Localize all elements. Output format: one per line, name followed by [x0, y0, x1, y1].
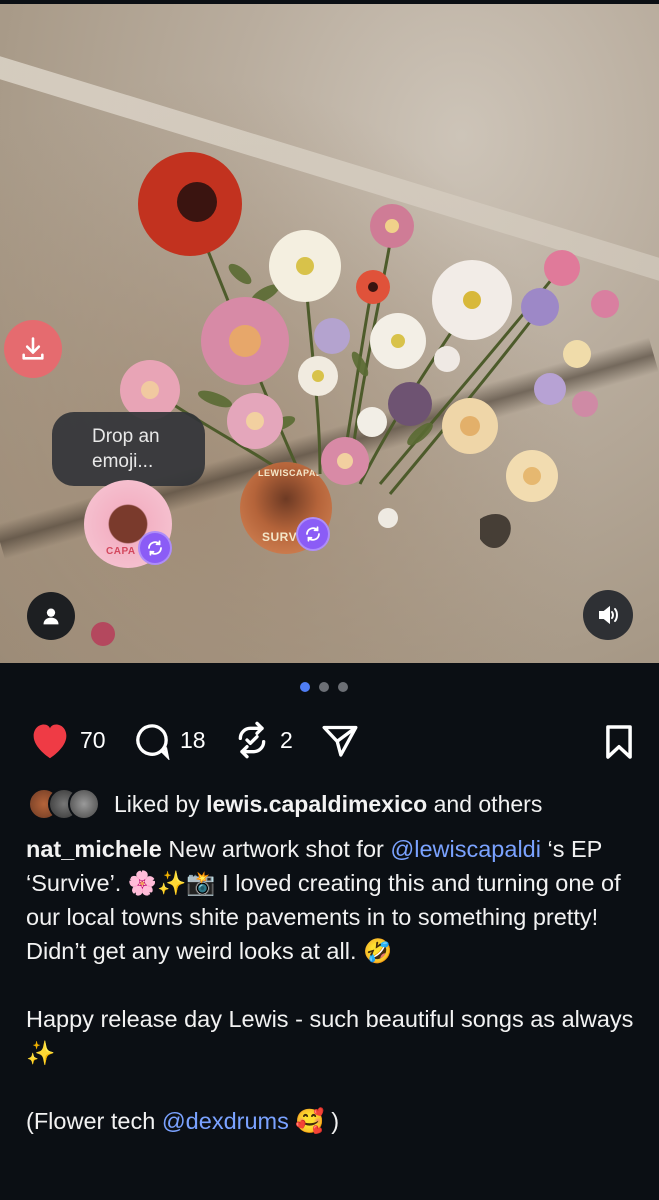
comment-icon[interactable]	[132, 720, 172, 760]
like-count: 70	[80, 726, 106, 753]
bookmark-button[interactable]	[600, 722, 638, 767]
post-caption: nat_michele New artwork shot for @lewisc…	[26, 832, 636, 1138]
sticker-repost-badge[interactable]	[296, 517, 330, 551]
post-actions-bar: 70 18 2	[28, 720, 638, 764]
tagged-people-button[interactable]	[27, 592, 75, 640]
liked-by-user-link[interactable]: lewis.capaldimexico	[206, 791, 427, 817]
repost-icon	[148, 540, 162, 556]
repost-icon	[306, 526, 320, 542]
caption-text: ‘s EP ‘Survive’. 🌸✨📸 I loved creating th…	[26, 836, 634, 1134]
post-photo[interactable]: Drop an emoji... CAPA LEWISCAPALDI SURVI…	[0, 0, 659, 663]
bookmark-icon[interactable]	[600, 722, 638, 762]
carousel-dot[interactable]	[338, 682, 348, 692]
sticker-label: CAPA	[106, 546, 136, 557]
download-icon	[22, 337, 44, 360]
speaker-icon	[599, 605, 618, 625]
comment-action[interactable]: 18	[132, 720, 206, 760]
emoji-reaction-prompt[interactable]: Drop an emoji...	[52, 412, 205, 486]
caption-text: 🥰 )	[288, 1108, 340, 1134]
person-icon	[43, 608, 59, 625]
repost-icon[interactable]	[232, 720, 272, 760]
liked-by-text: Liked by lewis.capaldimexico and others	[114, 790, 543, 817]
flower-arrangement	[91, 152, 619, 646]
caption-username[interactable]: nat_michele	[26, 836, 162, 862]
repost-count: 2	[280, 726, 293, 753]
carousel-indicator	[300, 682, 348, 692]
share-action[interactable]	[320, 720, 360, 760]
share-icon[interactable]	[320, 720, 360, 760]
avatar[interactable]	[68, 788, 100, 820]
sticker-repost-badge[interactable]	[138, 531, 172, 565]
comment-count: 18	[180, 726, 206, 753]
like-action[interactable]: 70	[28, 720, 106, 760]
caption-text: New artwork shot for	[161, 836, 391, 862]
carousel-dot[interactable]	[319, 682, 329, 692]
mention-link[interactable]: @dexdrums	[162, 1108, 289, 1134]
mention-link[interactable]: @lewiscapaldi	[390, 836, 541, 862]
liked-by-row[interactable]: Liked by lewis.capaldimexico and others	[28, 788, 542, 820]
download-button[interactable]	[4, 320, 62, 378]
sound-toggle-button[interactable]	[583, 590, 633, 640]
heart-icon[interactable]	[28, 720, 72, 760]
sticker-top-label: LEWISCAPALDI	[258, 468, 332, 478]
repost-action[interactable]: 2	[232, 720, 293, 760]
carousel-dot[interactable]	[300, 682, 310, 692]
